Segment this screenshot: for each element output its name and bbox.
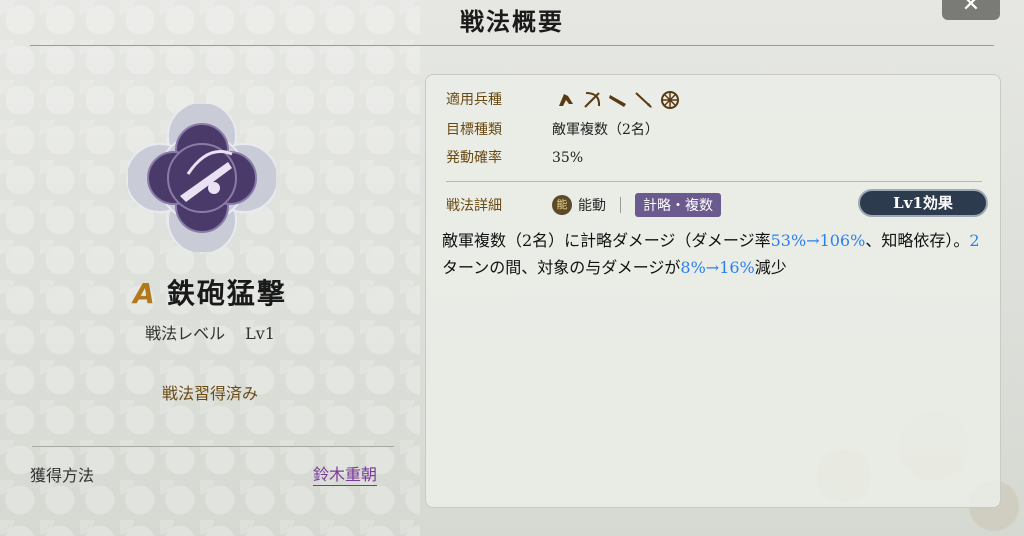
active-type-icon: 能 bbox=[552, 195, 572, 215]
grade-badge: A bbox=[133, 277, 157, 310]
detail-row: 戦法詳細 能 能動 計略・複数 bbox=[446, 193, 721, 217]
tactic-name: 鉄砲猛撃 bbox=[166, 277, 287, 310]
learned-status: 戦法習得済み bbox=[161, 384, 258, 403]
level-value: Lv1 bbox=[245, 324, 275, 343]
gun-icon bbox=[609, 95, 627, 107]
unit-type-icons bbox=[556, 90, 680, 110]
acquire-source-link[interactable]: 鈴木重朝 bbox=[313, 461, 378, 486]
desc-highlight: 53%→106% bbox=[770, 231, 866, 250]
wheel-icon bbox=[661, 91, 680, 109]
tactic-title: A 鉄砲猛撃 bbox=[80, 272, 340, 312]
desc-highlight: 8%→16% bbox=[680, 258, 755, 277]
target-label: 目標種類 bbox=[446, 122, 502, 138]
bow-icon bbox=[584, 92, 601, 108]
divider bbox=[32, 446, 394, 447]
divider bbox=[446, 181, 982, 182]
tactic-description: 敵軍複数（2名）に計略ダメージ（ダメージ率53%→106%、知略依存）。2 ターン… bbox=[442, 227, 992, 281]
gun-emblem-icon bbox=[125, 101, 279, 255]
desc-highlight: 2 bbox=[969, 231, 980, 250]
desc-text: 減少 bbox=[754, 258, 787, 277]
type-tag: 計略・複数 bbox=[635, 193, 721, 217]
desc-text: ターンの間、対象の与ダメージが bbox=[442, 258, 681, 277]
title-bar: 戦法概要 bbox=[30, 0, 994, 46]
detail-label: 戦法詳細 bbox=[446, 198, 502, 214]
target-value: 敵軍複数（2名） bbox=[552, 122, 659, 138]
chance-row: 発動確率 35% bbox=[446, 147, 583, 167]
target-row: 目標種類 敵軍複数（2名） bbox=[446, 119, 659, 139]
level-row: 戦法レベル Lv1 bbox=[80, 320, 340, 344]
desc-text: 敵軍複数（2名）に計略ダメージ（ダメージ率 bbox=[442, 231, 771, 250]
cavalry-icon bbox=[559, 94, 574, 106]
tactic-emblem bbox=[125, 101, 279, 255]
separator bbox=[620, 197, 621, 213]
chance-value: 35% bbox=[552, 150, 584, 166]
acquire-label: 獲得方法 bbox=[30, 466, 95, 485]
unit-types-row: 適用兵種 bbox=[446, 89, 680, 110]
close-button[interactable]: ✕ bbox=[942, 0, 1000, 20]
active-label: 能動 bbox=[578, 198, 606, 214]
effect-level-button[interactable]: Lv1効果 bbox=[858, 189, 988, 217]
level-label: 戦法レベル bbox=[145, 324, 226, 343]
desc-text: 、知略依存）。 bbox=[865, 231, 970, 250]
background-pattern bbox=[0, 0, 420, 536]
unit-types-label: 適用兵種 bbox=[446, 92, 502, 108]
page-title: 戦法概要 bbox=[460, 7, 564, 36]
chance-label: 発動確率 bbox=[446, 150, 502, 166]
tactic-info-panel: 適用兵種 目標種類 敵軍複数（2名） 発動確率 35% 戦法詳細 能 能動 計略・複… bbox=[425, 74, 1001, 508]
spear-icon bbox=[635, 92, 653, 108]
